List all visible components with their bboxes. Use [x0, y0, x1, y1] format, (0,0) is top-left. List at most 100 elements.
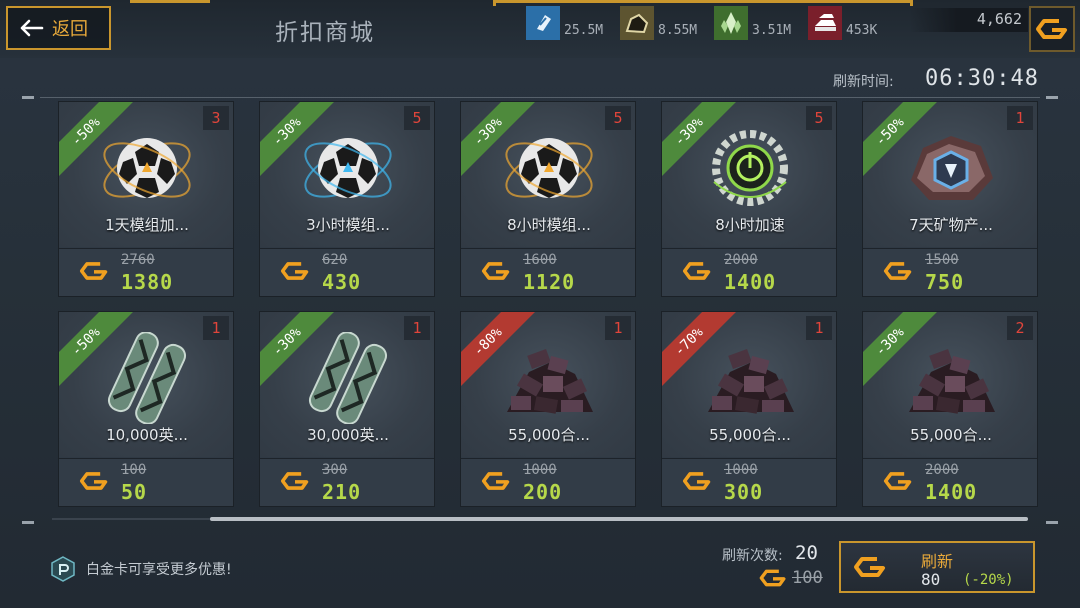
gold-balance: 4,662 — [910, 8, 1028, 32]
purchase-limit-badge: 1 — [404, 316, 430, 340]
original-price: 1000 — [724, 462, 758, 478]
item-name: 8小时模组... — [507, 216, 591, 234]
item-name: 55,000合... — [910, 426, 992, 444]
shop-item-card[interactable]: -30% 5 8小时加速 2000 1400 — [661, 101, 837, 297]
original-price: 1000 — [523, 462, 557, 478]
original-price: 2000 — [724, 252, 758, 268]
original-price: 100 — [121, 462, 147, 478]
frame-corner — [1046, 521, 1058, 524]
purchase-limit-badge: 1 — [1007, 106, 1033, 130]
alloy-pile-icon — [499, 332, 599, 424]
resource-value: 3.51M — [752, 23, 792, 38]
discounted-price: 750 — [925, 270, 965, 294]
gold-value: 4,662 — [976, 10, 1022, 28]
purchase-limit-badge: 1 — [605, 316, 631, 340]
page-title: 折扣商城 — [275, 20, 375, 46]
item-name: 1天模组加... — [105, 216, 189, 234]
purchase-limit-badge: 1 — [203, 316, 229, 340]
grid-frame-top — [40, 97, 1040, 98]
scrollbar-thumb[interactable] — [210, 517, 1028, 521]
purchase-limit-badge: 5 — [806, 106, 832, 130]
original-price: 2760 — [121, 252, 155, 268]
shop-item-card[interactable]: -30% 5 3小时模组... 620 430 — [259, 101, 435, 297]
original-price: 1600 — [523, 252, 557, 268]
vip-promo[interactable]: 白金卡可享受更多优惠! — [50, 556, 232, 582]
original-cost-value: 100 — [792, 568, 823, 588]
resource-value: 25.5M — [564, 23, 604, 38]
discounted-price: 210 — [322, 480, 362, 504]
discounted-price: 200 — [523, 480, 563, 504]
gold-g-icon — [854, 557, 885, 577]
gold-g-icon — [1036, 19, 1067, 39]
alloy-pile-icon — [700, 332, 800, 424]
shop-item-card[interactable]: -50% 3 1天模组加... 2760 1380 — [58, 101, 234, 297]
tube-capsule-icon — [97, 331, 197, 425]
discounted-price: 1400 — [925, 480, 978, 504]
refresh-button[interactable]: 刷新 80 (-20%) — [839, 541, 1035, 593]
shop-item-card[interactable]: -30% 5 8小时模组... 1600 1120 — [460, 101, 636, 297]
shop-item-card[interactable]: -30% 1 30,000英... 300 210 — [259, 311, 435, 507]
item-name: 55,000合... — [508, 426, 590, 444]
resource-value: 8.55M — [658, 23, 698, 38]
shop-item-card[interactable]: -50% 1 7天矿物产... 1500 750 — [862, 101, 1038, 297]
shop-item-card[interactable]: -70% 1 55,000合... 1000 300 — [661, 311, 837, 507]
resource-blue-crystal[interactable]: 25.5M — [526, 4, 603, 40]
module-orb-gold-icon — [97, 122, 197, 214]
original-price: 620 — [322, 252, 348, 268]
gold-g-icon — [280, 260, 310, 286]
ore-rock-icon — [620, 6, 654, 40]
back-button[interactable]: 返回 — [6, 6, 111, 50]
gold-g-icon — [481, 260, 511, 286]
refresh-cost: 80 — [921, 570, 941, 589]
discounted-price: 1380 — [121, 270, 174, 294]
item-name: 3小时模组... — [306, 216, 390, 234]
discounted-price: 1400 — [724, 270, 777, 294]
resource-ore[interactable]: 8.55M — [620, 4, 697, 40]
gold-g-icon — [280, 470, 310, 496]
original-refresh-cost: 100 — [758, 568, 823, 588]
gold-g-icon — [79, 470, 109, 496]
gold-g-icon — [883, 260, 913, 286]
gold-g-icon — [79, 260, 109, 286]
discounted-price: 430 — [322, 270, 362, 294]
gold-g-icon — [759, 569, 786, 587]
frame-corner — [1046, 96, 1058, 99]
vip-promo-text: 白金卡可享受更多优惠! — [86, 562, 232, 578]
original-price: 2000 — [925, 462, 959, 478]
add-gold-button[interactable] — [1029, 6, 1075, 52]
item-name: 7天矿物产... — [909, 216, 993, 234]
refresh-time-label: 刷新时间: — [833, 74, 894, 90]
resource-green-crystal[interactable]: 3.51M — [714, 4, 791, 40]
refresh-button-label: 刷新 — [921, 552, 954, 571]
module-orb-gold-icon — [499, 122, 599, 214]
item-name: 55,000合... — [709, 426, 791, 444]
resource-value: 453K — [846, 23, 878, 38]
blue-crystal-icon — [526, 6, 560, 40]
gold-g-icon — [481, 470, 511, 496]
purchase-limit-badge: 2 — [1007, 316, 1033, 340]
shop-item-card[interactable]: -30% 2 55,000合... 2000 1400 — [862, 311, 1038, 507]
discounted-price: 1120 — [523, 270, 576, 294]
item-name: 10,000英... — [106, 426, 188, 444]
top-accent-line — [130, 0, 210, 3]
gold-g-icon — [883, 470, 913, 496]
resource-metal[interactable]: 453K — [808, 4, 877, 40]
refresh-count: 20 — [795, 542, 818, 564]
gold-g-icon — [682, 260, 712, 286]
item-name: 8小时加速 — [715, 216, 785, 234]
module-orb-blue-icon — [298, 122, 398, 214]
purchase-limit-badge: 5 — [605, 106, 631, 130]
shop-item-card[interactable]: -80% 1 55,000合... 1000 200 — [460, 311, 636, 507]
speedup-gear-icon — [700, 122, 800, 214]
discounted-price: 300 — [724, 480, 764, 504]
original-price: 1500 — [925, 252, 959, 268]
refresh-discount: (-20%) — [963, 572, 1014, 588]
mineral-production-icon — [901, 122, 1001, 214]
refresh-count-label: 刷新次数: — [722, 548, 783, 564]
purchase-limit-badge: 5 — [404, 106, 430, 130]
purchase-limit-badge: 3 — [203, 106, 229, 130]
refresh-countdown: 06:30:48 — [925, 66, 1039, 91]
shop-item-card[interactable]: -50% 1 10,000英... 100 50 — [58, 311, 234, 507]
frame-corner — [22, 521, 34, 524]
resource-frame — [493, 0, 913, 6]
